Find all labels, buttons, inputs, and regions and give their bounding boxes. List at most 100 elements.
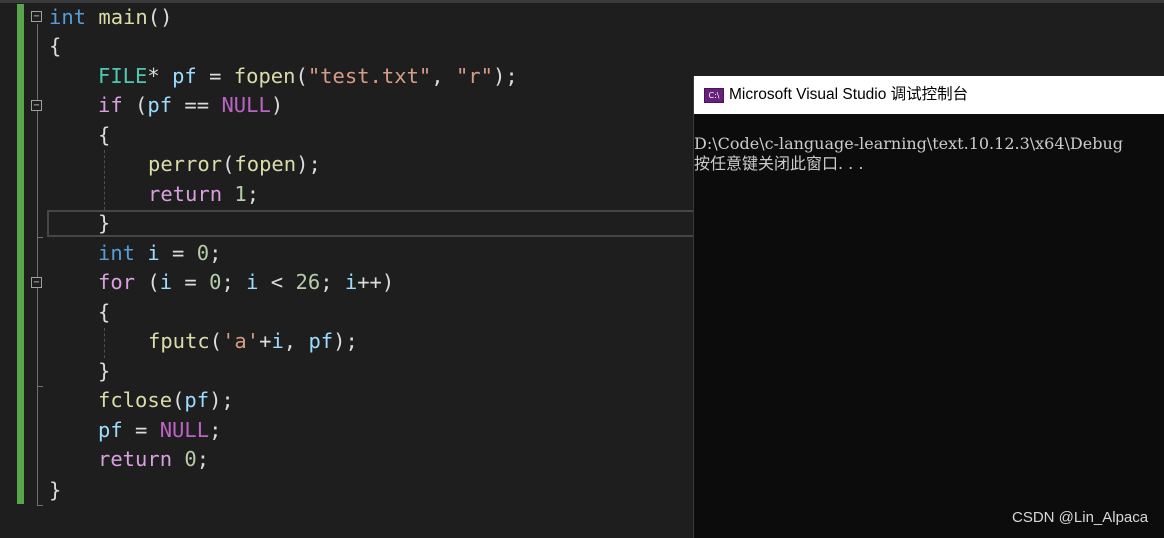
code-line-10[interactable]: for (i = 0; i < 26; i++): [98, 268, 394, 297]
code-line-12[interactable]: fputc('a'+i, pf);: [148, 327, 358, 356]
token-punct: ): [270, 93, 284, 117]
token-punct: );: [492, 64, 518, 88]
token-punct: );: [209, 388, 234, 412]
token-variable: pf: [184, 388, 210, 412]
code-line-7[interactable]: return 1;: [148, 180, 259, 209]
current-line-highlight: [47, 210, 747, 237]
token-punct: ,: [431, 64, 456, 88]
token-punct: );: [333, 329, 358, 353]
token-control-keyword: if: [98, 93, 123, 117]
indent-guide-if: [104, 150, 105, 210]
token-variable: pf: [308, 329, 334, 353]
token-number: 1: [234, 182, 247, 206]
token-punct: (: [209, 329, 223, 353]
console-output-path: D:\Code\c-language-learning\text.10.12.3…: [694, 134, 1124, 153]
token-punct: ;: [196, 447, 210, 471]
token-variable: i: [271, 329, 284, 353]
token-punct: (: [222, 152, 235, 176]
code-line-4[interactable]: if (pf == NULL): [98, 91, 283, 120]
token-operator: <: [258, 270, 296, 294]
collapse-for-icon[interactable]: −: [31, 277, 42, 288]
token-number: 0: [209, 270, 222, 294]
token-brace: {: [49, 34, 62, 58]
code-line-9[interactable]: int i = 0;: [98, 239, 221, 268]
console-app-icon: C:\: [704, 88, 724, 103]
token-control-keyword: return: [148, 182, 223, 206]
change-tracking-bar: [17, 4, 24, 504]
collapse-if-icon[interactable]: −: [31, 100, 42, 111]
code-line-17[interactable]: }: [49, 476, 61, 505]
outline-guide-main: [37, 24, 38, 506]
token-brace: }: [49, 478, 62, 502]
code-line-13[interactable]: }: [98, 357, 110, 386]
token-variable: pf: [98, 418, 123, 442]
code-line-2[interactable]: {: [49, 32, 61, 61]
token-macro: NULL: [159, 418, 210, 442]
token-punct: (: [295, 64, 308, 88]
code-line-11[interactable]: {: [98, 298, 110, 327]
token-operator: +: [259, 329, 272, 353]
token-keyword: int: [98, 241, 136, 265]
token-type: FILE: [98, 64, 148, 88]
token-variable: i: [159, 270, 173, 294]
token-variable: pf: [172, 64, 197, 88]
token-punct: );: [296, 152, 321, 176]
code-line-5[interactable]: {: [98, 121, 110, 150]
token-function: fopen: [234, 152, 297, 176]
token-punct: (: [135, 270, 160, 294]
outline-end-main: [37, 505, 43, 506]
token-punct: (): [147, 5, 173, 29]
token-punct: ;: [320, 270, 345, 294]
debug-console-window[interactable]: C:\ Microsoft Visual Studio 调试控制台 D:\Cod…: [693, 76, 1164, 538]
token-punct: ;: [221, 270, 247, 294]
outline-end-for: [37, 386, 43, 387]
token-brace: {: [98, 123, 111, 147]
token-number: 0: [196, 241, 210, 265]
token-operator: =: [159, 241, 197, 265]
token-keyword: int: [49, 5, 87, 29]
code-line-1[interactable]: int main(): [49, 3, 172, 32]
token-operator: =: [196, 64, 234, 88]
token-control-keyword: return: [98, 447, 173, 471]
outline-end-if: [37, 237, 43, 238]
code-line-6[interactable]: perror(fopen);: [148, 150, 321, 179]
token-operator: =: [122, 418, 160, 442]
token-variable: pf: [147, 93, 173, 117]
token-variable: i: [147, 241, 160, 265]
token-punct: (: [172, 388, 185, 412]
token-punct: (: [122, 93, 148, 117]
editor-top-strip: [0, 0, 1164, 3]
token-operator: ++): [357, 270, 395, 294]
console-title-bar[interactable]: C:\ Microsoft Visual Studio 调试控制台: [694, 76, 1164, 114]
token-function: perror: [148, 152, 223, 176]
code-line-14[interactable]: fclose(pf);: [98, 386, 234, 415]
token-punct: ;: [246, 182, 260, 206]
token-function: fopen: [233, 64, 296, 88]
token-punct: *: [147, 64, 173, 88]
token-number: 0: [184, 447, 197, 471]
console-output-prompt: 按任意键关闭此窗口. . .: [694, 154, 864, 173]
token-punct: ,: [283, 329, 309, 353]
token-function: fclose: [98, 388, 173, 412]
token-brace: }: [98, 359, 111, 383]
code-line-16[interactable]: return 0;: [98, 445, 209, 474]
console-title: Microsoft Visual Studio 调试控制台: [729, 86, 969, 103]
token-operator: =: [172, 270, 210, 294]
code-line-8[interactable]: }: [98, 209, 110, 238]
collapse-main-icon[interactable]: −: [31, 11, 42, 22]
code-line-15[interactable]: pf = NULL;: [98, 416, 221, 445]
token-control-keyword: for: [98, 270, 136, 294]
token-string: "test.txt": [307, 64, 432, 88]
watermark: CSDN @Lin_Alpaca: [1012, 509, 1149, 526]
token-operator: ==: [172, 93, 222, 117]
token-char-literal: 'a': [222, 329, 260, 353]
token-function: main: [98, 5, 148, 29]
token-variable: i: [344, 270, 358, 294]
token-brace: {: [98, 300, 111, 324]
code-line-3[interactable]: FILE* pf = fopen("test.txt", "r");: [98, 62, 518, 91]
token-punct: ;: [209, 241, 222, 265]
indent-guide-for: [104, 328, 105, 358]
token-punct: ;: [209, 418, 222, 442]
